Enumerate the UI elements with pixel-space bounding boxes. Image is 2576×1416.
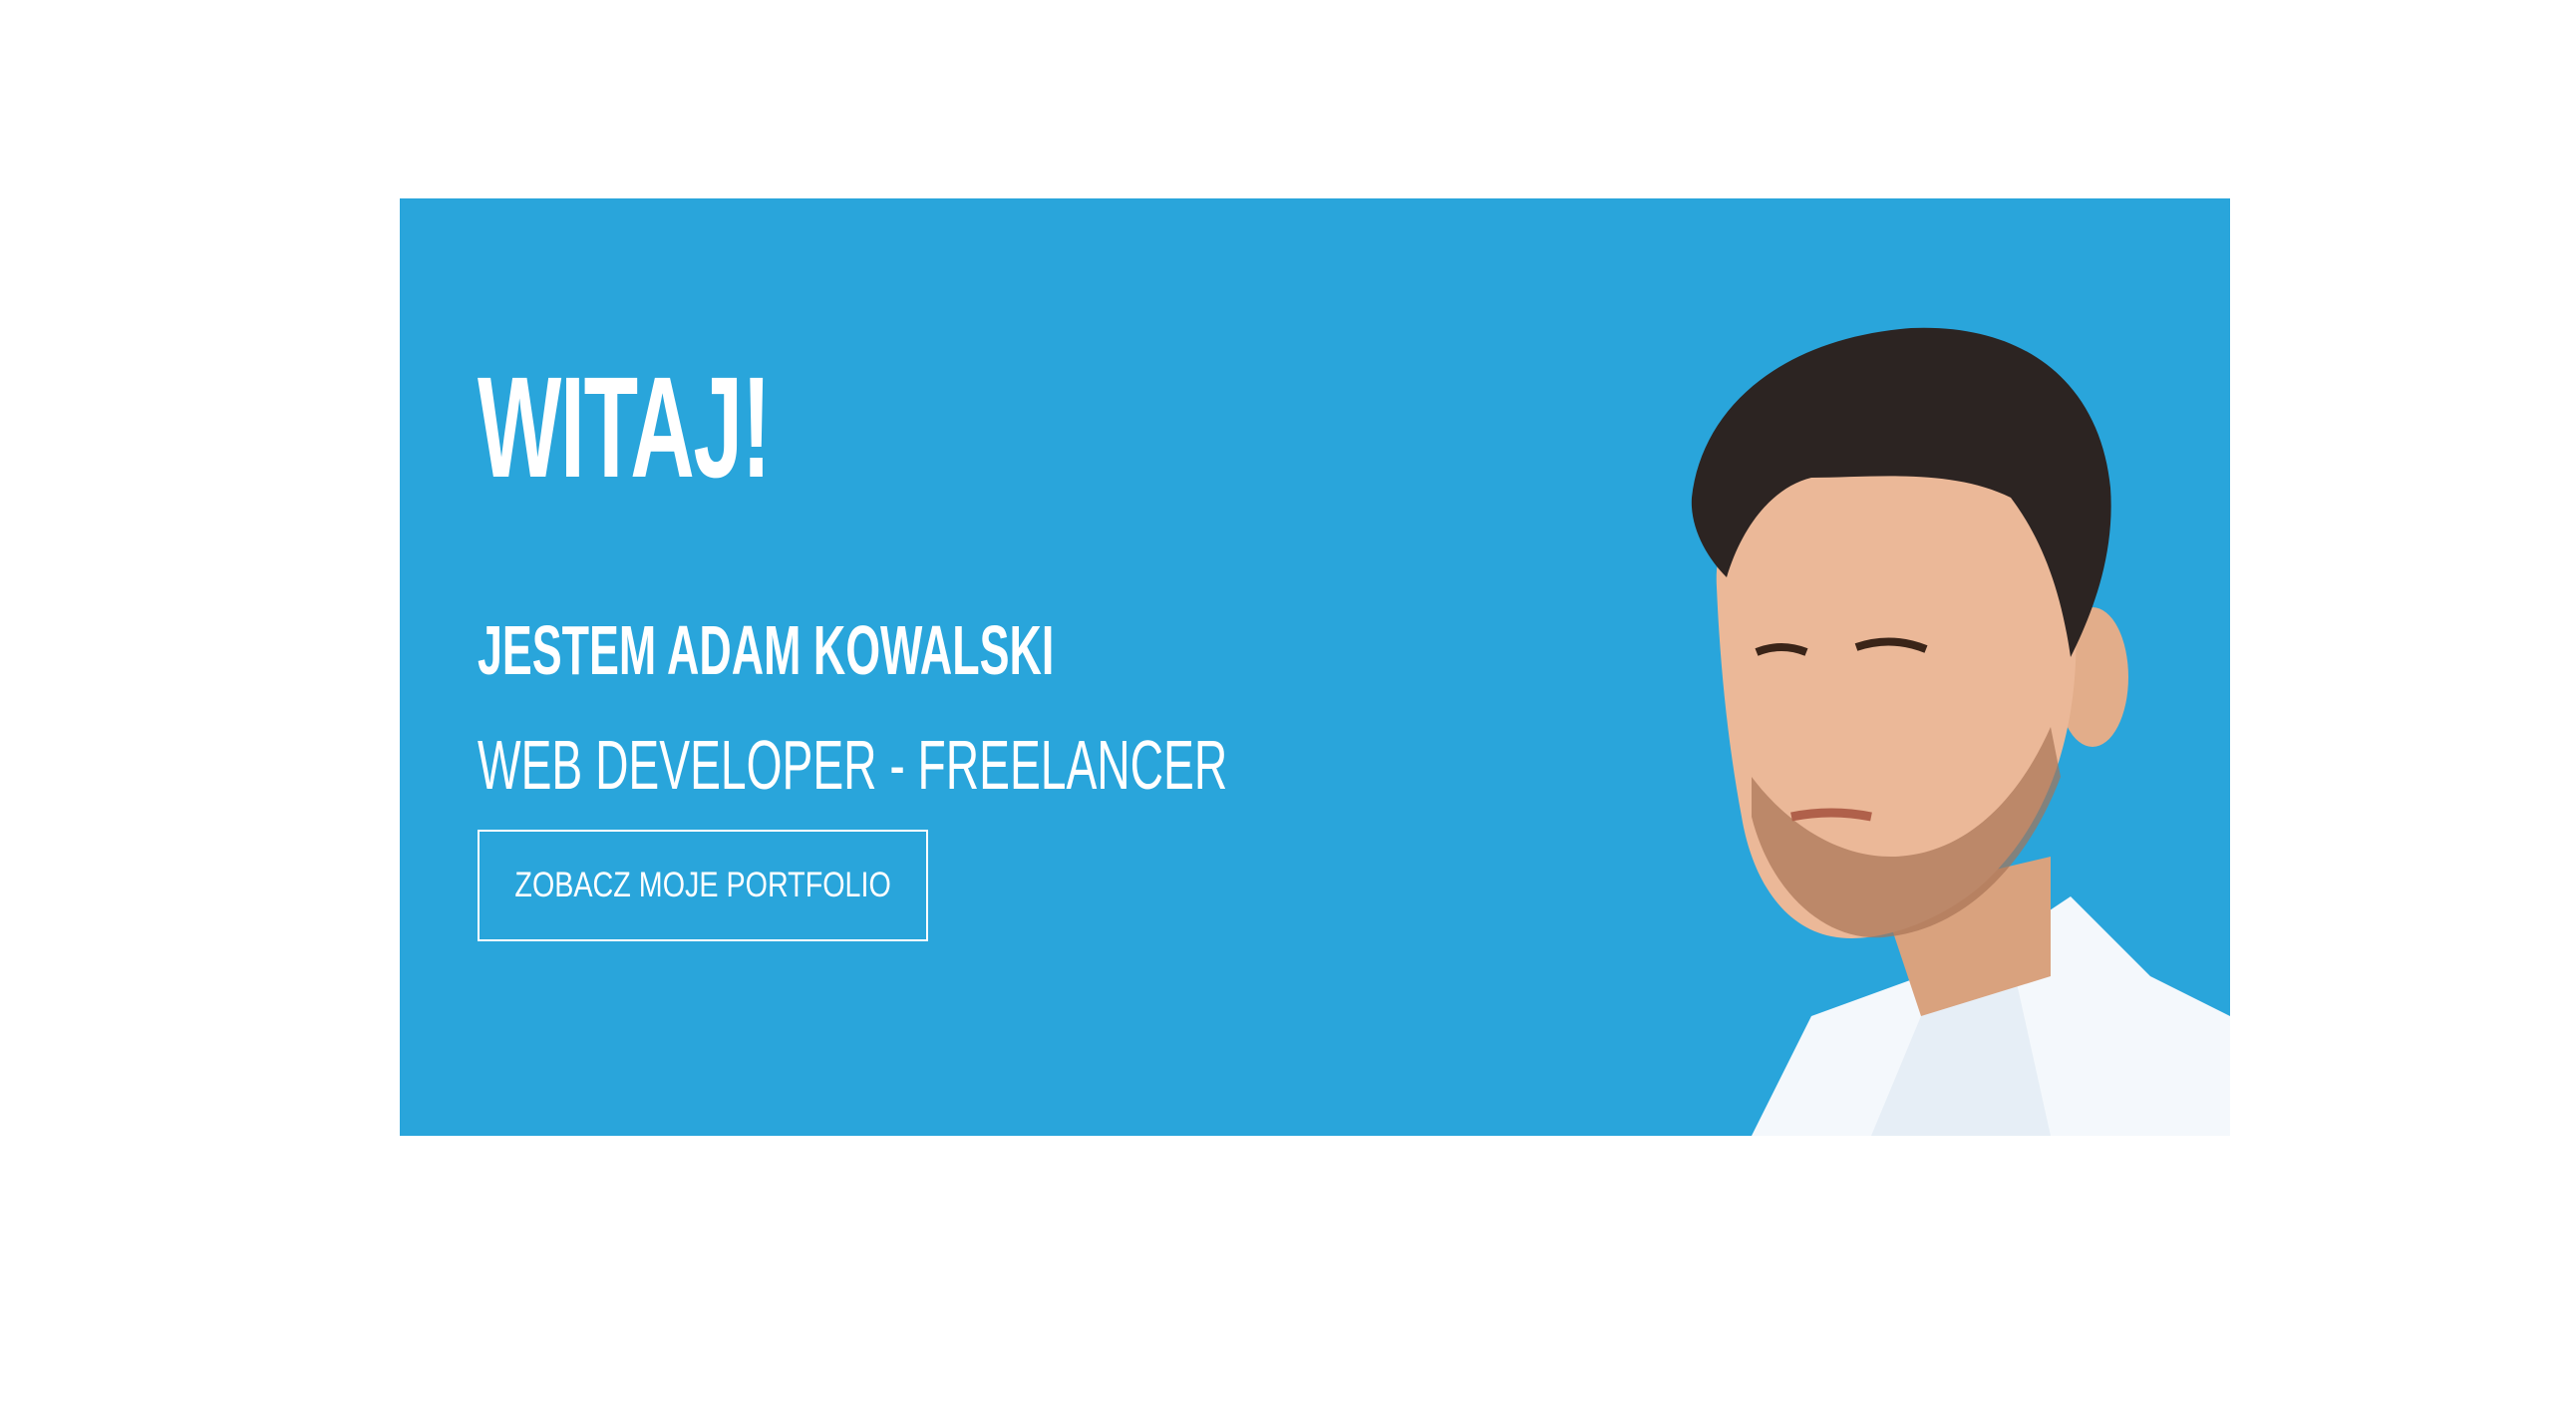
portrait-photo	[1691, 327, 2230, 1136]
hero-banner: WITAJ! JESTEM ADAM KOWALSKI WEB DEVELOPE…	[400, 198, 2230, 1136]
portfolio-button[interactable]: ZOBACZ MOJE PORTFOLIO	[478, 830, 928, 941]
hero-role: WEB DEVELOPER - FREELANCER	[478, 726, 1228, 804]
hero-title: WITAJ!	[478, 347, 772, 508]
hero-name: JESTEM ADAM KOWALSKI	[478, 611, 1055, 689]
portfolio-button-label: ZOBACZ MOJE PORTFOLIO	[514, 866, 891, 904]
